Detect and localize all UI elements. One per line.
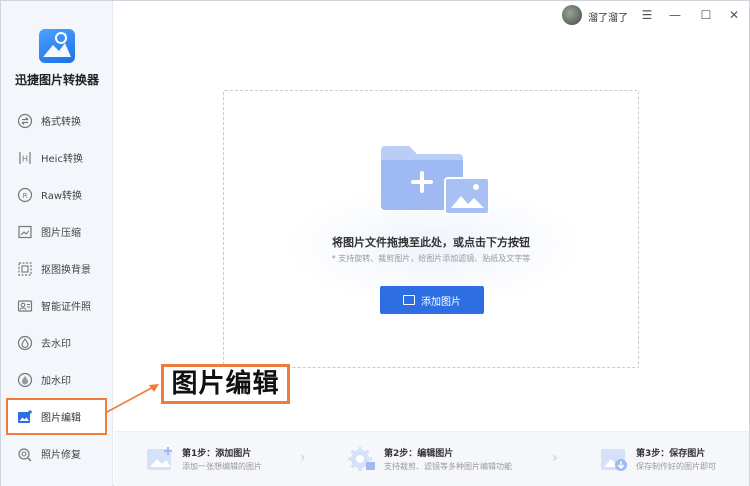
remove-watermark-icon — [17, 335, 33, 351]
id-photo-icon — [17, 298, 33, 314]
step-desc: 保存制作好的图片即可 — [636, 462, 716, 471]
sidebar-item-label: 格式转换 — [41, 117, 81, 128]
title-bar: 溜了溜了 ☰ — ☐ ✕ — [113, 1, 749, 31]
sidebar-item-raw[interactable]: R Raw转换 — [1, 176, 113, 213]
format-convert-icon — [17, 113, 33, 129]
app-logo — [39, 29, 75, 63]
sidebar-item-heic[interactable]: H Heic转换 — [1, 139, 113, 176]
sidebar-item-label: Heic转换 — [41, 154, 83, 165]
image-icon — [403, 295, 415, 305]
sidebar: 迅捷图片转换器 格式转换 H Heic转换 R Raw转换 图片压缩 抠图换背景… — [1, 1, 113, 486]
step-title: 第1步：添加图片 — [182, 449, 252, 459]
step-title: 第2步：编辑图片 — [384, 449, 454, 459]
sidebar-item-cutout[interactable]: 抠图换背景 — [1, 250, 113, 287]
heic-icon: H — [17, 150, 33, 166]
svg-text:H: H — [22, 154, 28, 163]
sidebar-item-image-edit[interactable]: 图片编辑 — [6, 398, 107, 435]
add-watermark-icon — [17, 372, 33, 388]
sidebar-item-label: 照片修复 — [41, 450, 81, 461]
drop-zone[interactable]: 将图片文件拖拽至此处，或点击下方按钮 * 支持旋转、裁剪图片，给图片添加滤镜、贴… — [223, 90, 639, 368]
annotation-arrow — [106, 384, 159, 413]
step-chevron-icon: › — [300, 450, 306, 466]
sidebar-item-label: 智能证件照 — [41, 302, 91, 313]
sidebar-item-label: 图片压缩 — [41, 228, 81, 239]
image-edit-icon — [17, 409, 33, 425]
sidebar-item-label: 去水印 — [41, 339, 71, 350]
app-name: 迅捷图片转换器 — [14, 73, 99, 87]
steps-bar: 第1步：添加图片 添加一张想编辑的图片 › 第2步：编辑图片 支持裁剪、滤镜等多… — [114, 431, 749, 486]
sidebar-item-format-convert[interactable]: 格式转换 — [1, 102, 113, 139]
close-icon[interactable]: ✕ — [725, 6, 743, 24]
annotation-callout: 图片编辑 — [161, 364, 290, 404]
drop-zone-title: 将图片文件拖拽至此处，或点击下方按钮 — [332, 236, 530, 249]
maximize-icon[interactable]: ☐ — [697, 6, 715, 24]
step-add-image-icon — [146, 446, 174, 472]
drop-zone-hint: * 支持旋转、裁剪图片，给图片添加滤镜、贴纸及文字等 — [331, 254, 531, 263]
sidebar-item-label: 抠图换背景 — [41, 265, 91, 276]
minimize-icon[interactable]: — — [666, 6, 684, 24]
step-save-image-icon — [600, 446, 628, 472]
sidebar-nav: 格式转换 H Heic转换 R Raw转换 图片压缩 抠图换背景 智能证件照 去… — [1, 102, 113, 472]
photo-repair-icon — [17, 446, 33, 462]
sidebar-item-label: Raw转换 — [41, 191, 83, 202]
sidebar-item-label: 图片编辑 — [41, 413, 81, 424]
app-window: 迅捷图片转换器 格式转换 H Heic转换 R Raw转换 图片压缩 抠图换背景… — [0, 0, 750, 486]
menu-icon[interactable]: ☰ — [638, 6, 656, 24]
sidebar-item-id-photo[interactable]: 智能证件照 — [1, 287, 113, 324]
sidebar-item-compress[interactable]: 图片压缩 — [1, 213, 113, 250]
compress-icon — [17, 224, 33, 240]
step-title: 第3步：保存图片 — [636, 449, 706, 459]
sidebar-item-photo-repair[interactable]: 照片修复 — [1, 435, 113, 472]
sidebar-item-label: 加水印 — [41, 376, 71, 387]
svg-text:R: R — [23, 192, 28, 200]
step-chevron-icon: › — [552, 450, 558, 466]
add-image-button-label: 添加图片 — [421, 296, 461, 308]
username[interactable]: 溜了溜了 — [588, 9, 628, 24]
avatar[interactable] — [562, 5, 582, 25]
step-desc: 支持裁剪、滤镜等多种图片编辑功能 — [384, 462, 512, 471]
cutout-icon — [17, 261, 33, 277]
add-image-button[interactable]: 添加图片 — [380, 286, 484, 314]
step-edit-gear-icon — [348, 446, 376, 472]
raw-icon: R — [17, 187, 33, 203]
sidebar-item-remove-watermark[interactable]: 去水印 — [1, 324, 113, 361]
step-desc: 添加一张想编辑的图片 — [182, 462, 262, 471]
sidebar-item-add-watermark[interactable]: 加水印 — [1, 361, 113, 398]
folder-add-image-icon — [379, 142, 491, 222]
